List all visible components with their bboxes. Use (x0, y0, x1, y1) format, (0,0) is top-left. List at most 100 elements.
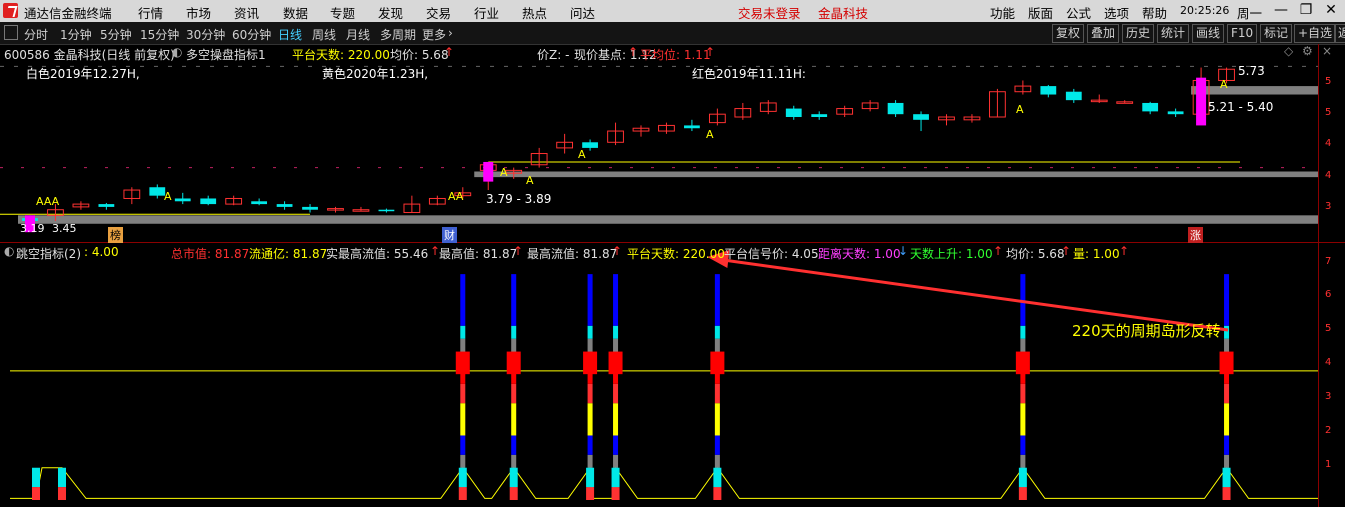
signal-segment (511, 403, 517, 436)
sub-avg-price: 均价: 5.68 (1006, 247, 1065, 261)
up-arrow-icon: ↑ (705, 45, 716, 59)
signal-segment (1020, 403, 1026, 436)
signal-base (1018, 487, 1027, 500)
candle-down (276, 204, 293, 207)
candle-down (684, 125, 700, 129)
sub-indicator-name[interactable]: 跳空指标(2) (16, 245, 81, 262)
tag-bang[interactable]: 榜 (108, 227, 123, 243)
signal-segment (460, 325, 466, 339)
candle-down (1040, 86, 1057, 95)
candle-down (785, 108, 802, 117)
signal-segment (511, 383, 517, 404)
volume: 量: 1.00 (1073, 247, 1120, 261)
up-arrow-icon: ↑ (612, 244, 623, 258)
signal-segment (511, 435, 517, 455)
up-arrow-icon: ↑ (444, 45, 455, 59)
signal-segment (587, 403, 593, 436)
max-float: 最高流值: 81.87 (527, 247, 618, 261)
signal-base (1018, 467, 1027, 488)
sub-small-bar (58, 487, 66, 500)
marker-a: A (526, 174, 534, 187)
signal-segment (714, 274, 720, 326)
signal-segment (460, 435, 466, 455)
signal-segment (714, 403, 720, 436)
close-panel-icon[interactable]: × (1322, 44, 1332, 58)
signal-base (586, 487, 595, 500)
sub-axis-tick: 3 (1325, 391, 1332, 402)
tag-zhang[interactable]: 涨 (1188, 227, 1203, 243)
axis-tick: 5 (1325, 107, 1332, 118)
range-high-label: 5.21 - 5.40 (1208, 100, 1274, 114)
marker-a: A (164, 190, 172, 203)
candle-down (302, 206, 318, 210)
signal-segment (511, 325, 517, 339)
signal-marker (583, 351, 598, 375)
main-indicator-name[interactable]: 多空操盘指标1 (186, 46, 266, 63)
signal-segment (1020, 325, 1026, 339)
signal-segment (460, 383, 466, 404)
marker-a: A (1220, 78, 1228, 91)
signal-base (611, 467, 620, 488)
tag-cai[interactable]: 财 (442, 227, 457, 243)
main-platform-days: 平台天数: 220.00 (292, 48, 390, 62)
price-high-label: 5.73 (1238, 64, 1265, 78)
price-z: 价Z: - (537, 48, 570, 62)
signal-base (458, 487, 467, 500)
sub-axis-tick: 7 (1325, 256, 1332, 267)
max-value: 最高值: 81.87 (439, 247, 518, 261)
signal-segment (714, 383, 720, 404)
sub-axis-tick: 5 (1325, 323, 1332, 334)
up-arrow-icon: ↑ (1061, 244, 1072, 258)
signal-marker (608, 351, 623, 375)
down-arrow-icon: ↓ (898, 244, 909, 258)
sub-axis-tick: 1 (1325, 459, 1332, 470)
yellow-label: 黄色2020年1.23H, (322, 67, 429, 81)
float-cap: 流通亿: 81.87 (249, 247, 328, 261)
red-label: 红色2019年11.11H: (692, 67, 806, 81)
signal-segment (460, 454, 466, 468)
candle-down (251, 201, 268, 205)
total-market-value: 总市值: 81.87 (171, 247, 250, 261)
days-up: 天数上升: 1.00 (910, 247, 993, 261)
signal-base (713, 467, 722, 488)
signal-segment (613, 454, 619, 468)
signal-segment (714, 435, 720, 455)
signal-segment (1020, 454, 1026, 468)
gray-band-high (1191, 86, 1318, 95)
candle-down (1142, 102, 1159, 112)
signal-base (509, 487, 518, 500)
candle-down (378, 209, 395, 212)
candle-down (811, 114, 828, 117)
signal-segment (460, 274, 466, 326)
candle-down (149, 187, 166, 196)
sub-axis-tick: 4 (1325, 357, 1332, 368)
sub-settings-icon[interactable]: ◐ (4, 244, 14, 258)
signal-segment (714, 325, 720, 339)
marker-a: A (1016, 103, 1024, 116)
axis-tick: 4 (1325, 170, 1332, 181)
up-arrow-icon: ↑ (513, 244, 524, 258)
signal-segment (1224, 435, 1230, 455)
gear-icon[interactable]: ⚙ (1302, 44, 1313, 58)
signal-segment (1020, 383, 1026, 404)
signal-segment (587, 435, 593, 455)
magenta-candle (1196, 77, 1207, 126)
sub-small-bar (32, 487, 40, 500)
indicator-settings-icon[interactable]: ◐ (172, 45, 182, 59)
platform-avg: 平均位: 1.11 (640, 48, 711, 62)
signal-marker (710, 351, 725, 375)
marker-aaa: AAA (36, 195, 60, 208)
diamond-icon[interactable]: ◇ (1284, 44, 1293, 58)
white-label: 白色2019年12.27H, (26, 67, 140, 81)
marker-aa: AA (448, 190, 464, 203)
signal-base (1222, 487, 1231, 500)
up-arrow-icon: ↑ (1119, 244, 1130, 258)
signal-segment (1224, 325, 1230, 339)
signal-segment (511, 454, 517, 468)
axis-tick: 5 (1325, 76, 1332, 87)
callout-label: 220天的周期岛形反转 (1072, 322, 1221, 340)
signal-segment (587, 454, 593, 468)
candle-down (887, 102, 904, 115)
signal-segment (613, 435, 619, 455)
signal-marker (506, 351, 521, 375)
